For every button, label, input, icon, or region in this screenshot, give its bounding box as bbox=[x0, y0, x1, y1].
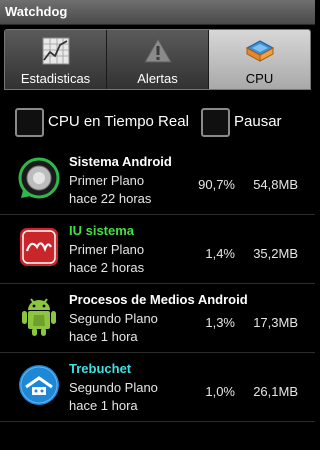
process-since: hace 22 horas bbox=[69, 191, 152, 206]
process-row[interactable]: IU sistema Primer Plano hace 2 horas 1,4… bbox=[0, 215, 315, 284]
tab-estadisticas[interactable]: Estadisticas bbox=[5, 30, 107, 89]
statistics-icon bbox=[42, 37, 69, 65]
tab-label: CPU bbox=[245, 71, 274, 86]
process-since: hace 1 hora bbox=[69, 398, 138, 413]
process-cpu: 1,3% bbox=[205, 315, 235, 330]
trebuchet-launcher-icon bbox=[19, 365, 59, 405]
android-robot-icon bbox=[22, 298, 56, 336]
process-name: Trebuchet bbox=[69, 361, 132, 376]
android-system-icon bbox=[18, 157, 60, 199]
process-list: Sistema Android Primer Plano hace 22 hor… bbox=[0, 146, 315, 422]
realtime-label[interactable]: CPU en Tiempo Real bbox=[48, 113, 189, 130]
process-memory: 54,8MB bbox=[253, 177, 298, 192]
tab-alertas[interactable]: Alertas bbox=[107, 30, 209, 89]
process-mode: Primer Plano bbox=[69, 173, 145, 188]
process-name: Sistema Android bbox=[69, 154, 172, 169]
pause-label[interactable]: Pausar bbox=[234, 113, 282, 130]
process-row[interactable]: Trebuchet Segundo Plano hace 1 hora 1,0%… bbox=[0, 353, 315, 422]
tab-label: Estadisticas bbox=[20, 71, 91, 86]
window-title: Watchdog bbox=[5, 4, 68, 19]
process-cpu: 1,0% bbox=[205, 384, 235, 399]
tab-cpu[interactable]: CPU bbox=[209, 30, 310, 89]
warning-icon bbox=[143, 37, 172, 63]
title-bar: Watchdog bbox=[0, 0, 315, 25]
process-cpu: 90,7% bbox=[198, 177, 235, 192]
cpu-chip-icon bbox=[245, 40, 274, 62]
tab-bar: Estadisticas Alertas CPU bbox=[4, 29, 311, 90]
process-memory: 26,1MB bbox=[253, 384, 298, 399]
tab-label: Alertas bbox=[137, 71, 178, 86]
process-mode: Segundo Plano bbox=[69, 380, 158, 395]
process-name: IU sistema bbox=[69, 223, 135, 238]
pause-checkbox[interactable] bbox=[201, 108, 230, 137]
process-memory: 35,2MB bbox=[253, 246, 298, 261]
android-kitkat-icon bbox=[20, 228, 58, 266]
process-cpu: 1,4% bbox=[205, 246, 235, 261]
process-mode: Segundo Plano bbox=[69, 311, 158, 326]
process-row[interactable]: Sistema Android Primer Plano hace 22 hor… bbox=[0, 146, 315, 215]
options-bar: CPU en Tiempo Real Pausar bbox=[0, 100, 315, 144]
realtime-checkbox[interactable] bbox=[15, 108, 44, 137]
process-memory: 17,3MB bbox=[253, 315, 298, 330]
process-name: Procesos de Medios Android bbox=[69, 292, 248, 307]
process-row[interactable]: Procesos de Medios Android Segundo Plano… bbox=[0, 284, 315, 353]
process-since: hace 1 hora bbox=[69, 329, 138, 344]
process-mode: Primer Plano bbox=[69, 242, 145, 257]
process-since: hace 2 horas bbox=[69, 260, 145, 275]
